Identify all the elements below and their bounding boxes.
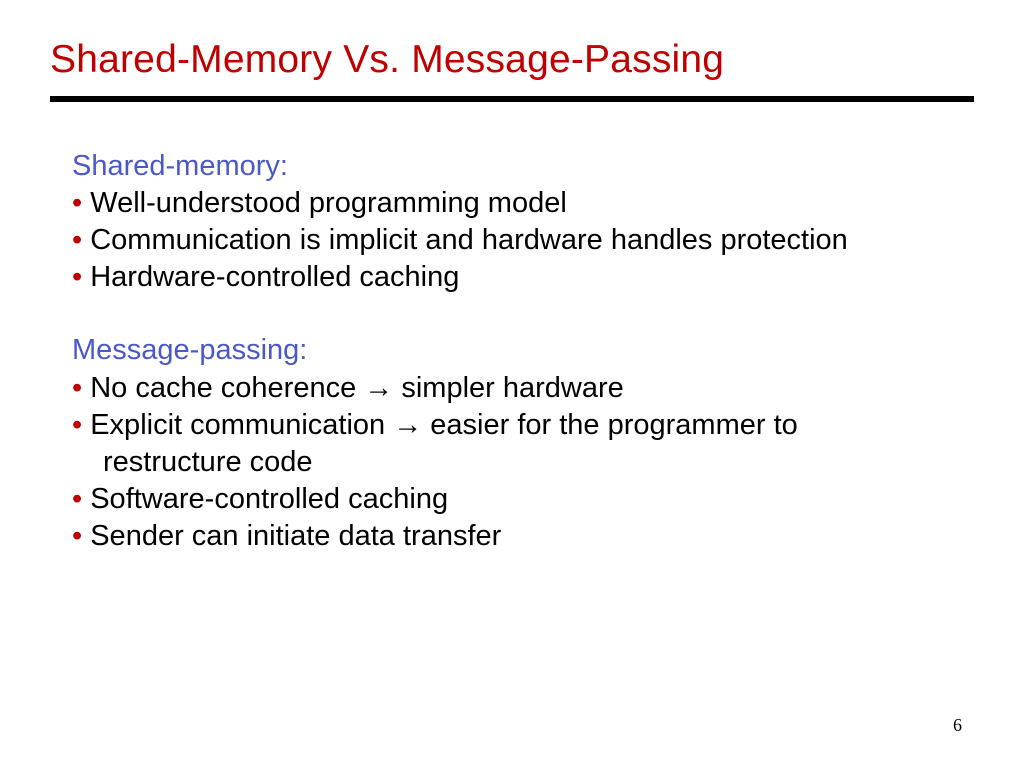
bullet-dot-icon: •: [72, 483, 90, 515]
bullet-text: Communication is implicit and hardware h…: [90, 224, 848, 256]
section-heading: Shared-memory:: [72, 148, 964, 185]
bullet-item: • No cache coherence → simpler hardware: [72, 370, 964, 407]
section-heading: Message-passing:: [72, 332, 964, 369]
arrow-icon: →: [364, 372, 393, 404]
bullet-dot-icon: •: [72, 409, 90, 441]
bullet-text: Software-controlled caching: [90, 483, 448, 515]
bullet-dot-icon: •: [72, 224, 90, 256]
bullet-text: Sender can initiate data transfer: [90, 520, 501, 552]
bullet-dot-icon: •: [72, 372, 90, 404]
bullet-text: Hardware-controlled caching: [90, 261, 459, 293]
bullet-item: • Explicit communication → easier for th…: [72, 407, 964, 444]
bullet-item: • Software-controlled caching: [72, 481, 964, 518]
bullet-text-post: easier for the programmer to: [422, 409, 798, 441]
section-gap: [72, 296, 964, 332]
bullet-text-post: simpler hardware: [393, 372, 623, 404]
page-number: 6: [953, 715, 962, 736]
slide-title: Shared-Memory Vs. Message-Passing: [50, 38, 974, 82]
bullet-dot-icon: •: [72, 520, 90, 552]
bullet-item: • Communication is implicit and hardware…: [72, 222, 964, 259]
bullet-item: • Hardware-controlled caching: [72, 259, 964, 296]
slide-body: Shared-memory: • Well-understood program…: [50, 148, 974, 555]
bullet-text-pre: Explicit communication: [90, 409, 393, 441]
bullet-text: Well-understood programming model: [90, 187, 567, 219]
bullet-dot-icon: •: [72, 261, 90, 293]
title-underline: [50, 96, 974, 102]
bullet-item: • Sender can initiate data transfer: [72, 518, 964, 555]
bullet-continuation: restructure code: [72, 444, 964, 481]
bullet-dot-icon: •: [72, 187, 90, 219]
bullet-text-pre: No cache coherence: [90, 372, 364, 404]
slide: Shared-Memory Vs. Message-Passing Shared…: [0, 0, 1024, 768]
arrow-icon: →: [393, 409, 422, 441]
bullet-item: • Well-understood programming model: [72, 185, 964, 222]
